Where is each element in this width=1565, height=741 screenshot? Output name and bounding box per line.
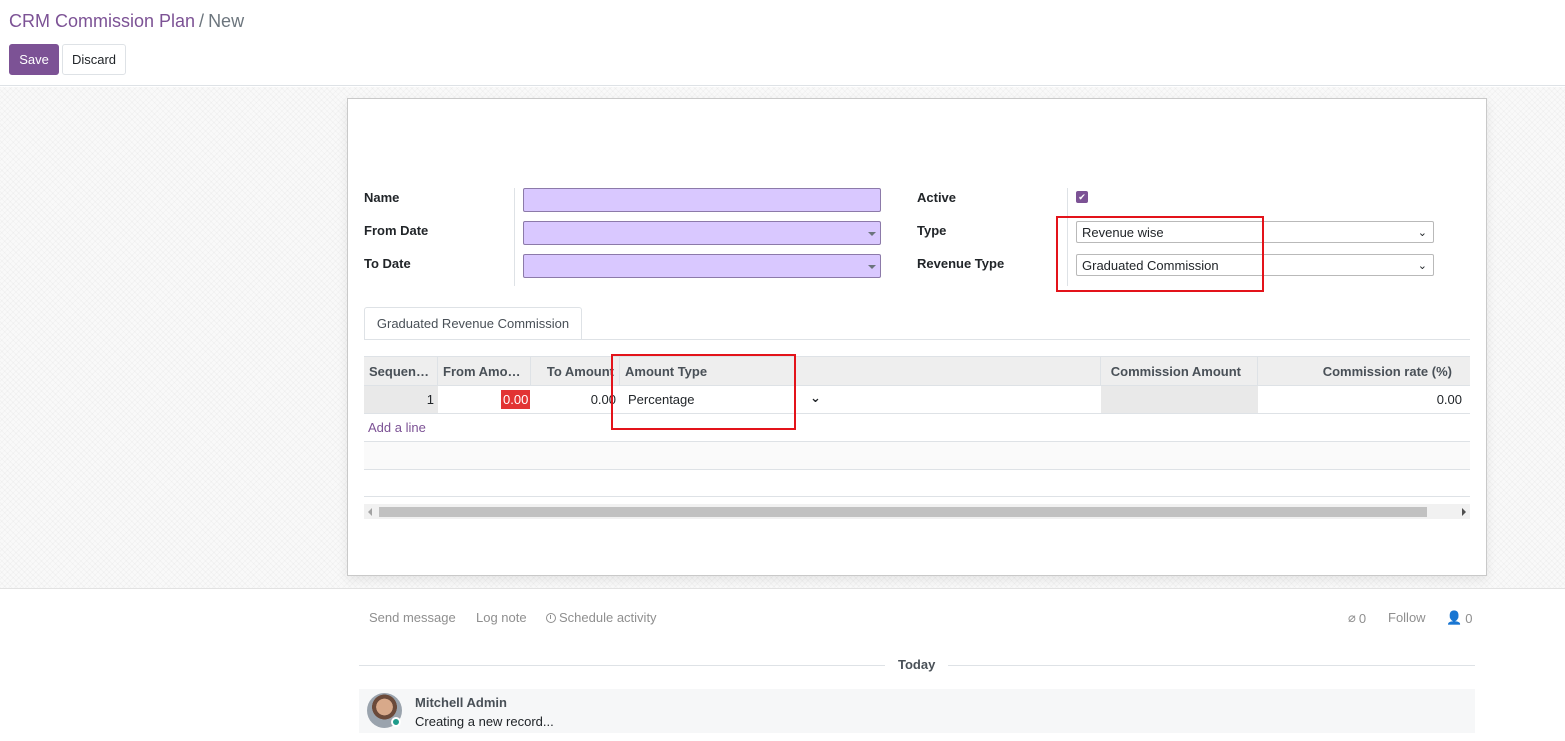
- date-separator-line: [948, 665, 1475, 666]
- cell-commission-amount: [1101, 386, 1258, 413]
- tab-graduated-revenue-commission[interactable]: Graduated Revenue Commission: [364, 307, 582, 340]
- followers-count: 0: [1465, 610, 1473, 626]
- attachments-count: 0: [1358, 610, 1367, 626]
- schedule-activity-button[interactable]: Schedule activity: [546, 610, 657, 625]
- from-amount-invalid-value[interactable]: 0.00: [501, 390, 531, 409]
- send-message-button[interactable]: Send message: [369, 610, 456, 625]
- table-row[interactable]: 1 0.00 0.00 Percentage ⌄ 0.00: [364, 386, 1470, 414]
- column-header-commission-amount[interactable]: Commission Amount: [1101, 357, 1258, 385]
- from-date-input[interactable]: [523, 221, 881, 245]
- log-note-button[interactable]: Log note: [476, 610, 527, 625]
- from-date-label: From Date: [364, 223, 429, 238]
- name-input[interactable]: [523, 188, 881, 212]
- chevron-down-icon: ⌄: [1417, 227, 1427, 239]
- attachments-button[interactable]: ⌀ 0: [1348, 610, 1366, 626]
- schedule-activity-label: Schedule activity: [559, 610, 657, 625]
- active-label: Active: [917, 190, 957, 205]
- breadcrumb-parent-link[interactable]: CRM Commission Plan: [9, 11, 195, 32]
- revenue-type-label: Revenue Type: [917, 256, 1005, 271]
- online-status-icon: [391, 717, 401, 727]
- to-date-input[interactable]: [523, 254, 881, 278]
- chevron-down-icon[interactable]: ⌄: [810, 390, 821, 406]
- control-panel: CRM Commission Plan / New Save Discard: [0, 0, 1565, 86]
- column-header-commission-rate[interactable]: Commission rate (%): [1258, 357, 1470, 385]
- breadcrumb-current: New: [208, 11, 245, 31]
- cell-from-amount[interactable]: 0.00: [438, 386, 531, 413]
- cell-commission-rate[interactable]: 0.00: [1258, 386, 1466, 413]
- highlight-box-amount-type: [611, 354, 796, 430]
- message-body: Creating a new record...: [415, 714, 554, 729]
- checkmark-icon: ✔: [1078, 191, 1086, 202]
- breadcrumb-separator: /: [199, 11, 205, 31]
- date-separator: Today: [898, 657, 936, 672]
- date-separator-line: [359, 665, 885, 666]
- to-date-label: To Date: [364, 256, 411, 271]
- add-line-link[interactable]: Add a line: [368, 420, 426, 435]
- scroll-left-arrow-icon[interactable]: [368, 508, 372, 516]
- column-header-from-amount[interactable]: From Amo…: [438, 357, 531, 385]
- breadcrumb: CRM Commission Plan / New: [9, 11, 244, 32]
- column-header-to-amount[interactable]: To Amount: [531, 357, 620, 385]
- save-button[interactable]: Save: [9, 44, 59, 75]
- highlight-box-type-fields: [1056, 216, 1264, 292]
- tab-divider: [364, 339, 1470, 340]
- caret-down-icon: [868, 265, 876, 269]
- user-icon: 👤: [1446, 610, 1463, 625]
- follow-button[interactable]: Follow: [1388, 610, 1426, 625]
- empty-row-divider: [364, 496, 1470, 497]
- active-checkbox[interactable]: ✔: [1076, 191, 1088, 203]
- cell-sequence[interactable]: 1: [364, 386, 438, 413]
- caret-down-icon: [868, 232, 876, 236]
- column-header-sequence[interactable]: Sequen…: [364, 357, 438, 385]
- paperclip-icon: ⌀: [1348, 610, 1356, 625]
- followers-button[interactable]: 👤 0: [1446, 610, 1472, 626]
- chevron-down-icon: ⌄: [1417, 260, 1427, 272]
- scroll-right-arrow-icon[interactable]: [1462, 508, 1466, 516]
- table-header: Sequen… From Amo… To Amount Amount Type …: [364, 356, 1470, 386]
- left-group-divider: [514, 188, 515, 286]
- discard-button[interactable]: Discard: [62, 44, 126, 75]
- empty-row: [364, 442, 1470, 470]
- scrollbar-thumb[interactable]: [379, 507, 1427, 517]
- empty-row-divider: [364, 469, 1470, 470]
- message-author[interactable]: Mitchell Admin: [415, 695, 507, 710]
- type-label: Type: [917, 223, 947, 238]
- cell-to-amount[interactable]: 0.00: [531, 386, 620, 413]
- horizontal-scrollbar[interactable]: [364, 504, 1470, 519]
- name-label: Name: [364, 190, 400, 205]
- clock-icon: [546, 612, 556, 623]
